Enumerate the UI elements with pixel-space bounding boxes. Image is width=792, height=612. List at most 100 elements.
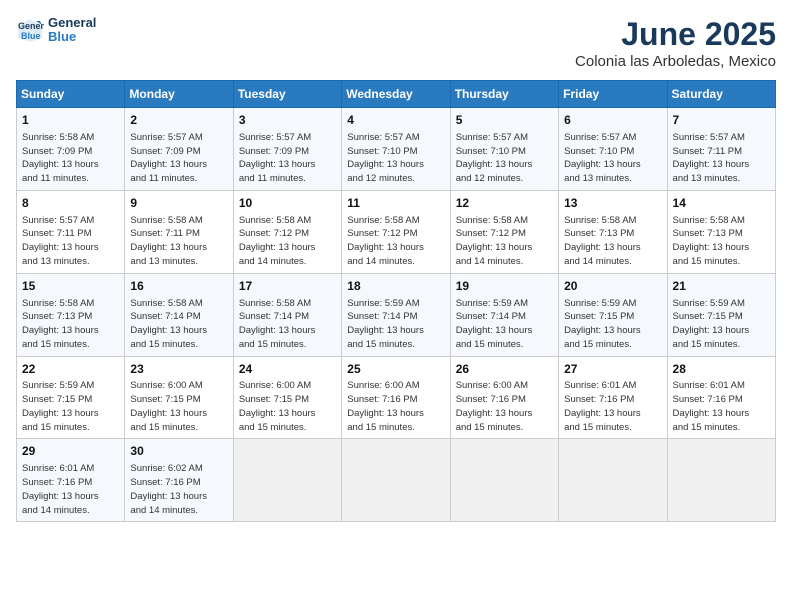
day-cell: 3Sunrise: 5:57 AMSunset: 7:09 PMDaylight… <box>233 108 341 191</box>
day-cell: 18 Sunrise: 5:59 AMSunset: 7:14 PMDayligh… <box>342 273 450 356</box>
logo-line2: Blue <box>48 30 96 44</box>
day-info: Sunrise: 5:58 AMSunset: 7:12 PMDaylight:… <box>456 214 553 269</box>
weekday-header-row: SundayMondayTuesdayWednesdayThursdayFrid… <box>17 81 776 108</box>
day-info: Sunrise: 6:00 AMSunset: 7:16 PMDaylight:… <box>347 379 444 434</box>
day-number: 19 <box>456 278 553 295</box>
day-info: Sunrise: 5:58 AMSunset: 7:13 PMDaylight:… <box>673 214 770 269</box>
day-info: Sunrise: 5:58 AMSunset: 7:09 PMDaylight:… <box>22 131 119 186</box>
day-info: Sunrise: 5:57 AMSunset: 7:10 PMDaylight:… <box>456 131 553 186</box>
svg-text:Blue: Blue <box>21 31 41 41</box>
day-cell: 2 Sunrise: 5:57 AMSunset: 7:09 PMDaylight… <box>125 108 233 191</box>
header: General Blue General Blue June 2025 Colo… <box>16 16 776 70</box>
weekday-header-thursday: Thursday <box>450 81 558 108</box>
day-number: 15 <box>22 278 119 295</box>
day-number: 2 <box>130 112 227 129</box>
day-cell: 17 Sunrise: 5:58 AMSunset: 7:14 PMDayligh… <box>233 273 341 356</box>
day-cell: 9 Sunrise: 5:58 AMSunset: 7:11 PMDaylight… <box>125 190 233 273</box>
day-number: 14 <box>673 195 770 212</box>
day-cell: 14 Sunrise: 5:58 AMSunset: 7:13 PMDayligh… <box>667 190 775 273</box>
day-number: 29 <box>22 443 119 460</box>
day-cell: 12 Sunrise: 5:58 AMSunset: 7:12 PMDayligh… <box>450 190 558 273</box>
day-number: 26 <box>456 361 553 378</box>
day-number: 9 <box>130 195 227 212</box>
day-cell: 15 Sunrise: 5:58 AMSunset: 7:13 PMDayligh… <box>17 273 125 356</box>
day-info: Sunrise: 5:58 AMSunset: 7:14 PMDaylight:… <box>239 297 336 352</box>
day-number: 7 <box>673 112 770 129</box>
day-number: 30 <box>130 443 227 460</box>
day-number: 5 <box>456 112 553 129</box>
weekday-header-wednesday: Wednesday <box>342 81 450 108</box>
day-info: Sunrise: 5:59 AMSunset: 7:14 PMDaylight:… <box>347 297 444 352</box>
day-info: Sunrise: 5:57 AMSunset: 7:10 PMDaylight:… <box>564 131 661 186</box>
day-cell: 29Sunrise: 6:01 AMSunset: 7:16 PMDayligh… <box>17 439 125 522</box>
week-row-3: 15 Sunrise: 5:58 AMSunset: 7:13 PMDayligh… <box>17 273 776 356</box>
day-info: Sunrise: 5:57 AMSunset: 7:09 PMDaylight:… <box>239 131 336 186</box>
logo-icon: General Blue <box>16 16 44 44</box>
day-number: 1 <box>22 112 119 129</box>
weekday-header-sunday: Sunday <box>17 81 125 108</box>
day-info: Sunrise: 6:01 AMSunset: 7:16 PMDaylight:… <box>673 379 770 434</box>
day-number: 11 <box>347 195 444 212</box>
day-info: Sunrise: 6:00 AMSunset: 7:15 PMDaylight:… <box>130 379 227 434</box>
day-info: Sunrise: 5:58 AMSunset: 7:12 PMDaylight:… <box>347 214 444 269</box>
day-number: 28 <box>673 361 770 378</box>
day-number: 10 <box>239 195 336 212</box>
day-number: 16 <box>130 278 227 295</box>
title-area: June 2025 Colonia las Arboledas, Mexico <box>575 16 776 70</box>
day-number: 23 <box>130 361 227 378</box>
day-cell: 8Sunrise: 5:57 AMSunset: 7:11 PMDaylight… <box>17 190 125 273</box>
weekday-header-tuesday: Tuesday <box>233 81 341 108</box>
day-info: Sunrise: 6:00 AMSunset: 7:15 PMDaylight:… <box>239 379 336 434</box>
day-info: Sunrise: 5:58 AMSunset: 7:13 PMDaylight:… <box>564 214 661 269</box>
day-info: Sunrise: 5:58 AMSunset: 7:11 PMDaylight:… <box>130 214 227 269</box>
day-number: 24 <box>239 361 336 378</box>
logo-line1: General <box>48 16 96 30</box>
day-cell: 11 Sunrise: 5:58 AMSunset: 7:12 PMDayligh… <box>342 190 450 273</box>
day-cell: 20Sunrise: 5:59 AMSunset: 7:15 PMDayligh… <box>559 273 667 356</box>
location-title: Colonia las Arboledas, Mexico <box>575 53 776 70</box>
day-cell <box>233 439 341 522</box>
day-cell: 26Sunrise: 6:00 AMSunset: 7:16 PMDayligh… <box>450 356 558 439</box>
day-info: Sunrise: 5:59 AMSunset: 7:14 PMDaylight:… <box>456 297 553 352</box>
day-cell: 24Sunrise: 6:00 AMSunset: 7:15 PMDayligh… <box>233 356 341 439</box>
day-cell: 16 Sunrise: 5:58 AMSunset: 7:14 PMDayligh… <box>125 273 233 356</box>
day-cell: 1 Sunrise: 5:58 AMSunset: 7:09 PMDaylight… <box>17 108 125 191</box>
month-title: June 2025 <box>575 16 776 53</box>
day-cell <box>667 439 775 522</box>
day-cell: 27Sunrise: 6:01 AMSunset: 7:16 PMDayligh… <box>559 356 667 439</box>
day-info: Sunrise: 6:01 AMSunset: 7:16 PMDaylight:… <box>564 379 661 434</box>
day-number: 17 <box>239 278 336 295</box>
day-info: Sunrise: 5:57 AMSunset: 7:11 PMDaylight:… <box>673 131 770 186</box>
day-number: 27 <box>564 361 661 378</box>
day-cell <box>342 439 450 522</box>
day-cell: 6 Sunrise: 5:57 AMSunset: 7:10 PMDaylight… <box>559 108 667 191</box>
day-info: Sunrise: 5:57 AMSunset: 7:09 PMDaylight:… <box>130 131 227 186</box>
day-number: 8 <box>22 195 119 212</box>
day-number: 25 <box>347 361 444 378</box>
day-cell: 25Sunrise: 6:00 AMSunset: 7:16 PMDayligh… <box>342 356 450 439</box>
day-cell: 19 Sunrise: 5:59 AMSunset: 7:14 PMDayligh… <box>450 273 558 356</box>
weekday-header-monday: Monday <box>125 81 233 108</box>
day-cell: 28Sunrise: 6:01 AMSunset: 7:16 PMDayligh… <box>667 356 775 439</box>
day-number: 13 <box>564 195 661 212</box>
day-cell: 4Sunrise: 5:57 AMSunset: 7:10 PMDaylight… <box>342 108 450 191</box>
day-cell: 5 Sunrise: 5:57 AMSunset: 7:10 PMDaylight… <box>450 108 558 191</box>
day-number: 22 <box>22 361 119 378</box>
day-info: Sunrise: 5:57 AMSunset: 7:10 PMDaylight:… <box>347 131 444 186</box>
day-cell: 10Sunrise: 5:58 AMSunset: 7:12 PMDayligh… <box>233 190 341 273</box>
day-number: 6 <box>564 112 661 129</box>
day-cell: 22Sunrise: 5:59 AMSunset: 7:15 PMDayligh… <box>17 356 125 439</box>
weekday-header-saturday: Saturday <box>667 81 775 108</box>
week-row-2: 8Sunrise: 5:57 AMSunset: 7:11 PMDaylight… <box>17 190 776 273</box>
day-info: Sunrise: 5:59 AMSunset: 7:15 PMDaylight:… <box>673 297 770 352</box>
day-cell: 7 Sunrise: 5:57 AMSunset: 7:11 PMDaylight… <box>667 108 775 191</box>
day-cell: 23Sunrise: 6:00 AMSunset: 7:15 PMDayligh… <box>125 356 233 439</box>
day-number: 12 <box>456 195 553 212</box>
day-info: Sunrise: 5:58 AMSunset: 7:13 PMDaylight:… <box>22 297 119 352</box>
day-number: 20 <box>564 278 661 295</box>
day-cell <box>559 439 667 522</box>
day-info: Sunrise: 5:58 AMSunset: 7:14 PMDaylight:… <box>130 297 227 352</box>
week-row-1: 1 Sunrise: 5:58 AMSunset: 7:09 PMDaylight… <box>17 108 776 191</box>
week-row-4: 22Sunrise: 5:59 AMSunset: 7:15 PMDayligh… <box>17 356 776 439</box>
day-number: 18 <box>347 278 444 295</box>
